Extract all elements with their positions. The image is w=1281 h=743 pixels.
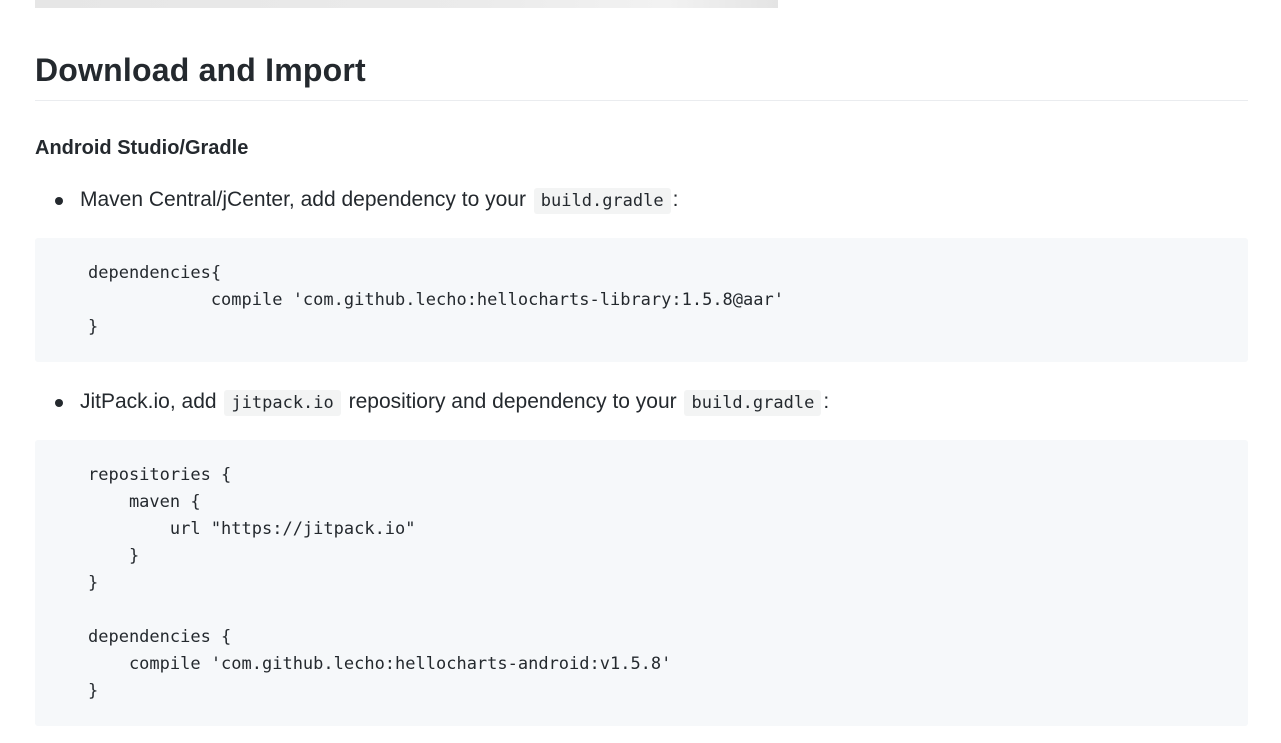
list-item-text: JitPack.io, add (80, 390, 223, 413)
subsection-title: Android Studio/Gradle (35, 137, 249, 159)
code-line: url "https://jitpack.io" (88, 519, 416, 539)
image-bottom-edge (35, 0, 778, 8)
code-line: compile 'com.github.lecho:hellocharts-li… (88, 290, 784, 310)
code-block-maven[interactable]: dependencies{ compile 'com.github.lecho:… (35, 238, 1248, 362)
code-block-jitpack[interactable]: repositories { maven { url "https://jitp… (35, 440, 1248, 726)
list-item-text: repositiory and dependency to your (342, 390, 683, 413)
inline-code: build.gradle (684, 390, 822, 416)
code-line: dependencies{ (88, 263, 222, 283)
list-item-text: Maven Central/jCenter, add dependency to… (80, 188, 532, 211)
code-line: compile 'com.github.lecho:hellocharts-an… (88, 654, 672, 674)
code-line: } (88, 317, 99, 337)
code-line: } (88, 546, 140, 566)
list-item-jitpack: JitPack.io, add jitpack.io repositiory a… (54, 387, 830, 418)
list-item-maven: Maven Central/jCenter, add dependency to… (54, 185, 679, 216)
code-line: ​ (88, 597, 1195, 624)
code-line: } (88, 681, 99, 701)
inline-code: jitpack.io (224, 390, 341, 416)
code-line: dependencies { (88, 627, 232, 647)
list-item-text: : (672, 188, 679, 211)
code-line: maven { (88, 492, 201, 512)
section-title: Download and Import (35, 48, 1248, 101)
code-line: } (88, 573, 99, 593)
code-line: repositories { (88, 465, 232, 485)
inline-code: build.gradle (533, 188, 671, 214)
list-item-text: : (823, 390, 830, 413)
